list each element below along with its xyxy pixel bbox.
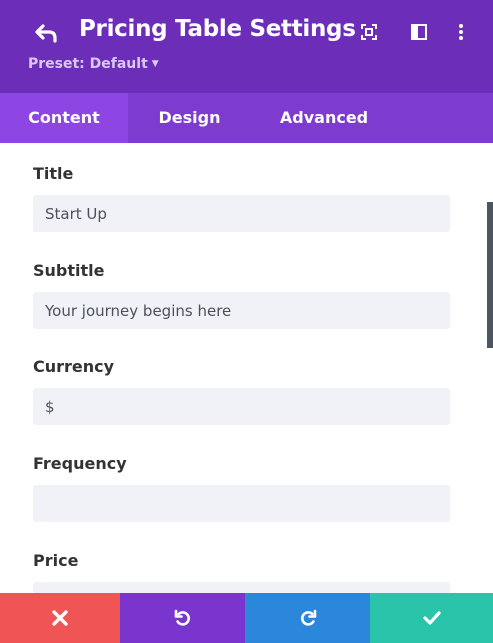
preset-label: Preset: Default — [28, 56, 148, 72]
split-view-icon[interactable] — [408, 21, 430, 43]
check-icon — [422, 611, 441, 625]
tab-content[interactable]: Content — [0, 93, 128, 143]
undo-button[interactable] — [120, 593, 245, 643]
tab-design[interactable]: Design — [128, 93, 251, 143]
redo-icon — [300, 609, 316, 626]
tab-bar: Content Design Advanced — [0, 93, 493, 143]
frequency-field: Frequency — [33, 453, 450, 522]
tab-advanced[interactable]: Advanced — [251, 93, 397, 143]
expand-icon[interactable] — [358, 21, 380, 43]
frequency-label: Frequency — [33, 454, 127, 473]
settings-header: Pricing Table Settings Preset: Default ▼ — [0, 0, 493, 93]
close-icon — [52, 610, 68, 626]
title-input[interactable] — [33, 195, 450, 232]
page-title: Pricing Table Settings — [79, 16, 356, 42]
subtitle-input[interactable] — [33, 292, 450, 329]
back-arrow-icon[interactable] — [34, 20, 60, 46]
title-label: Title — [33, 164, 74, 183]
frequency-input[interactable] — [33, 485, 450, 522]
subtitle-field: Subtitle — [33, 260, 450, 329]
settings-content: Title Subtitle Currency Frequency Price — [0, 143, 493, 593]
currency-field: Currency — [33, 356, 450, 425]
save-button[interactable] — [370, 593, 493, 643]
cancel-button[interactable] — [0, 593, 120, 643]
title-field: Title — [33, 163, 450, 232]
preset-dropdown[interactable]: Preset: Default ▼ — [28, 56, 159, 72]
price-field: Price — [33, 550, 450, 593]
scrollbar[interactable] — [487, 202, 493, 348]
currency-label: Currency — [33, 357, 115, 376]
more-vertical-icon[interactable] — [450, 21, 472, 43]
subtitle-label: Subtitle — [33, 261, 105, 280]
caret-down-icon: ▼ — [151, 59, 159, 69]
price-label: Price — [33, 551, 79, 570]
undo-icon — [174, 609, 190, 626]
currency-input[interactable] — [33, 388, 450, 425]
action-footer — [0, 593, 493, 643]
redo-button[interactable] — [245, 593, 370, 643]
price-input[interactable] — [33, 582, 450, 593]
